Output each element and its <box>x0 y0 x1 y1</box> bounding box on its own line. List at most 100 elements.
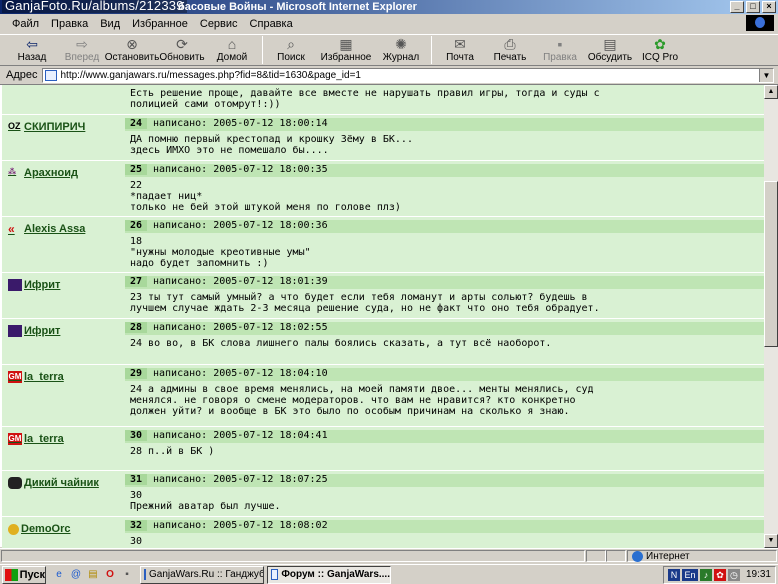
mail-button[interactable]: ✉ Почта <box>436 35 484 65</box>
back-button[interactable]: ⇦ Назад <box>8 35 56 65</box>
edit-button[interactable]: ▪ Правка <box>536 35 584 65</box>
post-number[interactable]: 25 <box>125 164 147 175</box>
post-author[interactable]: ⁂ Арахноид <box>8 167 78 179</box>
post-author[interactable]: Дикий чайник <box>8 477 99 489</box>
post-header: 31 написано: 2005-07-12 18:07:25 <box>125 474 764 487</box>
post-date: написано: 2005-07-12 18:00:35 <box>153 164 328 175</box>
ie-logo-icon <box>746 15 774 31</box>
post-number[interactable]: 27 <box>125 276 147 287</box>
discuss-icon: ▤ <box>603 36 617 52</box>
forum-thread: Есть решение проще, давайте все вместе н… <box>2 85 764 548</box>
home-label: Домой <box>216 52 248 63</box>
post-header: 32 написано: 2005-07-12 18:08:02 <box>125 520 764 533</box>
forum-post: Ифрит 28 написано: 2005-07-12 18:02:55 24… <box>2 319 764 365</box>
maximize-button[interactable]: □ <box>746 1 760 13</box>
author-name: Ифрит <box>24 325 61 337</box>
menu-file[interactable]: Файл <box>6 18 45 30</box>
post-number[interactable]: 26 <box>125 220 147 231</box>
address-input[interactable]: http://www.ganjawars.ru/messages.php?fid… <box>41 67 774 83</box>
gm-avatar-icon: GM <box>8 371 22 383</box>
favorites-button[interactable]: ▦ Избранное <box>317 35 375 65</box>
task-forum[interactable]: Форум :: GanjaWars.... <box>267 565 391 584</box>
address-dropdown-icon[interactable]: ▼ <box>759 68 773 82</box>
post-author[interactable]: Ифрит <box>8 325 60 337</box>
start-button[interactable]: Пуск <box>2 565 46 584</box>
post-number[interactable]: 32 <box>125 520 147 531</box>
ie-icon[interactable]: e <box>52 568 66 582</box>
refresh-button[interactable]: ⟳ Обновить <box>158 35 206 65</box>
post-header: 24 написано: 2005-07-12 18:00:14 <box>125 118 764 131</box>
menu-view[interactable]: Вид <box>94 18 126 30</box>
status-bar: Интернет <box>0 548 778 563</box>
home-button[interactable]: ⌂ Домой <box>208 35 256 65</box>
scroll-up-icon[interactable]: ▲ <box>764 85 778 99</box>
post-date: написано: 2005-07-12 18:00:36 <box>153 220 328 231</box>
author-name: la_terra <box>24 371 64 383</box>
icq-icon: ✿ <box>654 36 666 52</box>
post-header: 25 написано: 2005-07-12 18:00:35 <box>125 164 764 177</box>
post-author[interactable]: GM la_terra <box>8 433 64 445</box>
post-date: написано: 2005-07-12 18:08:02 <box>153 520 328 531</box>
post-body: 22 *падает ниц* только не бей этой штуко… <box>130 180 401 213</box>
discuss-button[interactable]: ▤ Обсудить <box>586 35 634 65</box>
stop-button[interactable]: ⊗ Остановить <box>105 35 160 65</box>
page-content: Есть решение проще, давайте все вместе н… <box>0 84 778 548</box>
print-button[interactable]: ⎙ Печать <box>486 35 534 65</box>
menu-help[interactable]: Справка <box>244 18 299 30</box>
post-number[interactable]: 31 <box>125 474 147 485</box>
history-label: Журнал <box>382 52 420 63</box>
zone-label: Интернет <box>646 550 690 562</box>
status-cell <box>586 550 606 562</box>
network-icon[interactable]: N <box>667 568 680 581</box>
desktop-icon[interactable]: ▤ <box>86 568 100 582</box>
post-author[interactable]: « Alexis Assa <box>8 223 85 235</box>
volume-icon[interactable]: ♪ <box>699 568 712 581</box>
address-label: Адрес <box>6 69 38 81</box>
post-number[interactable]: 30 <box>125 430 147 441</box>
search-button[interactable]: ⌕ Поиск <box>267 35 315 65</box>
forward-arrow-icon: ⇨ <box>76 36 88 52</box>
disk-icon[interactable]: ▪ <box>120 568 134 582</box>
clock: 19:31 <box>745 569 771 580</box>
task-ganjawars[interactable]: GanjaWars.Ru :: Ганджуб... <box>140 565 264 584</box>
history-button[interactable]: ✺ Журнал <box>377 35 425 65</box>
history-icon: ✺ <box>395 36 407 52</box>
post-number[interactable]: 29 <box>125 368 147 379</box>
vertical-scrollbar[interactable]: ▲ ▼ <box>764 85 778 548</box>
opera-icon[interactable]: O <box>103 568 117 582</box>
email-client-icon[interactable]: @ <box>69 568 83 582</box>
address-bar: Адрес http://www.ganjawars.ru/messages.p… <box>0 67 778 83</box>
post-body: 30 Прежний аватар был лучше. <box>130 490 281 512</box>
close-button[interactable]: × <box>762 1 776 13</box>
forum-post: GM la_terra 29 написано: 2005-07-12 18:04… <box>2 365 764 427</box>
forward-button[interactable]: ⇨ Вперед <box>58 35 106 65</box>
post-author[interactable]: Ифрит <box>8 279 60 291</box>
icq-tray-icon[interactable]: ✿ <box>713 568 726 581</box>
post-body: 28 п..й в БК ) <box>130 446 215 457</box>
author-name: la_terra <box>24 433 64 445</box>
icq-button[interactable]: ✿ ICQ Pro <box>636 35 684 65</box>
forum-post: Дикий чайник 31 написано: 2005-07-12 18:0… <box>2 471 764 517</box>
toolbar-separator <box>262 36 263 64</box>
ie-page-icon <box>144 569 146 580</box>
scroll-thumb[interactable] <box>764 181 778 347</box>
menu-tools[interactable]: Сервис <box>194 18 244 30</box>
menu-favorites[interactable]: Избранное <box>126 18 194 30</box>
post-author[interactable]: DemoOrc <box>8 523 71 535</box>
post-number[interactable]: 24 <box>125 118 147 129</box>
post-number[interactable]: 28 <box>125 322 147 333</box>
orc-avatar-icon <box>8 523 19 535</box>
menu-edit[interactable]: Правка <box>45 18 94 30</box>
spider-avatar-icon: ⁂ <box>8 167 17 176</box>
status-cell <box>606 550 626 562</box>
post-author[interactable]: OZ СКИПИРИЧ <box>8 121 85 133</box>
minimize-button[interactable]: _ <box>730 1 744 13</box>
print-icon: ⎙ <box>504 36 516 52</box>
language-icon[interactable]: En <box>681 568 698 581</box>
title-bar: GanjaFoto.Ru/albums/212339 басовые Войны… <box>0 0 778 14</box>
post-date: написано: 2005-07-12 18:04:10 <box>153 368 328 379</box>
back-arrow-icon: ⇦ <box>26 36 38 52</box>
post-author[interactable]: GM la_terra <box>8 371 64 383</box>
author-name: Ифрит <box>24 279 61 291</box>
scroll-down-icon[interactable]: ▼ <box>764 534 778 548</box>
